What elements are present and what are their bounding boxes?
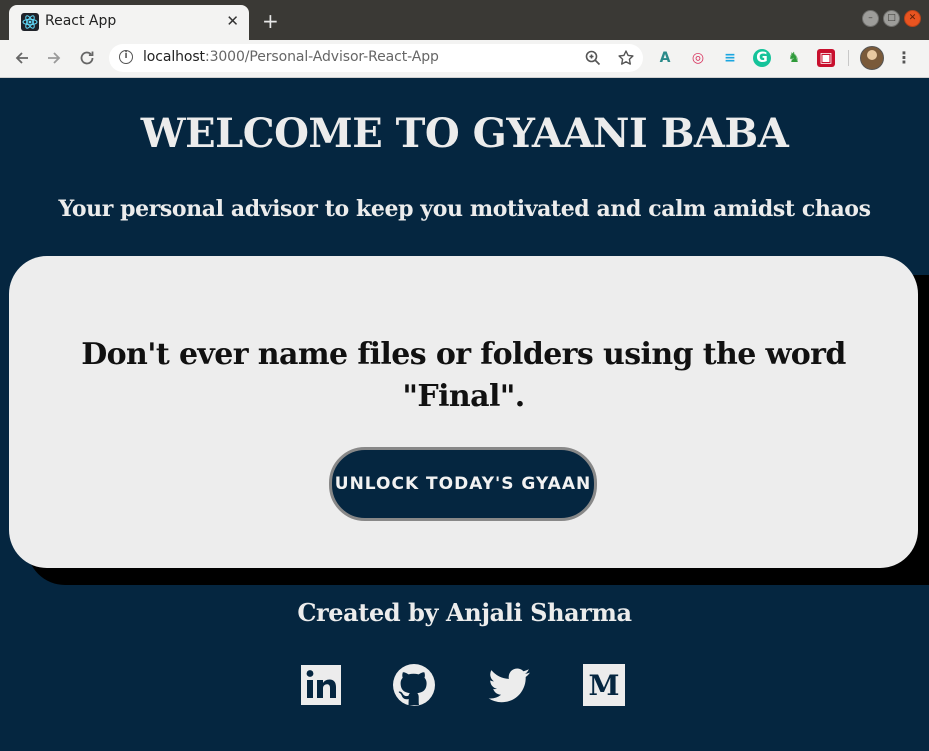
- back-arrow-icon: [15, 52, 28, 64]
- extension-a-icon[interactable]: A: [656, 49, 674, 67]
- extension-red-icon[interactable]: ▣: [817, 49, 835, 67]
- medium-icon: M: [583, 664, 625, 706]
- kebab-menu-icon[interactable]: ⋮: [896, 48, 912, 68]
- browser-titlebar: React App ✕ + – □ ✕: [0, 0, 929, 40]
- credit-text: Created by Anjali Sharma: [297, 598, 632, 627]
- page-viewport: WELCOME TO GYAANI BABA Your personal adv…: [0, 78, 929, 751]
- profile-avatar[interactable]: [860, 46, 884, 70]
- extension-record-icon[interactable]: ◎: [689, 49, 707, 67]
- github-link[interactable]: [391, 662, 437, 708]
- minimize-icon: –: [868, 13, 873, 23]
- browser-tab[interactable]: React App ✕: [9, 5, 249, 40]
- star-icon[interactable]: [616, 48, 636, 68]
- svg-text:M: M: [589, 669, 620, 702]
- page-title: WELCOME TO GYAANI BABA: [140, 110, 789, 157]
- zoom-icon[interactable]: [583, 48, 603, 68]
- new-tab-button[interactable]: +: [262, 8, 279, 34]
- grammarly-icon[interactable]: G: [753, 49, 771, 67]
- window-controls: – □ ✕: [862, 10, 921, 27]
- linkedin-icon: [301, 665, 341, 705]
- tab-title: React App: [45, 13, 117, 29]
- maximize-button[interactable]: □: [883, 10, 900, 27]
- reload-button[interactable]: [76, 47, 98, 69]
- forward-arrow-icon: [48, 52, 61, 64]
- browser-toolbar: i localhost:3000/Personal-Advisor-React-…: [0, 40, 929, 78]
- site-info-icon[interactable]: i: [119, 50, 133, 64]
- extension-chess-icon[interactable]: ♞: [785, 49, 803, 67]
- reload-icon: [80, 51, 94, 65]
- medium-link[interactable]: M: [581, 662, 627, 708]
- extension-filter-icon[interactable]: ≡: [721, 49, 739, 67]
- forward-button[interactable]: [43, 47, 65, 69]
- unlock-gyaan-button[interactable]: UNLOCK TODAY'S GYAAN: [329, 447, 597, 521]
- close-window-button[interactable]: ✕: [904, 10, 921, 27]
- linkedin-link[interactable]: [298, 662, 344, 708]
- github-icon: [393, 664, 435, 706]
- react-favicon-icon: [21, 13, 39, 31]
- toolbar-divider: [848, 50, 849, 66]
- url-text[interactable]: localhost:3000/Personal-Advisor-React-Ap…: [143, 49, 439, 65]
- twitter-link[interactable]: [486, 662, 532, 708]
- close-icon: ✕: [908, 13, 917, 23]
- quote-card: Don't ever name files or folders using t…: [9, 256, 918, 568]
- maximize-icon: □: [887, 13, 896, 23]
- address-bar[interactable]: i localhost:3000/Personal-Advisor-React-…: [109, 44, 643, 72]
- url-host: localhost: [143, 49, 205, 65]
- url-path: :3000/Personal-Advisor-React-App: [204, 49, 439, 65]
- back-button[interactable]: [11, 47, 33, 69]
- tab-close-icon[interactable]: ✕: [226, 10, 239, 32]
- page-subtitle: Your personal advisor to keep you motiva…: [58, 196, 871, 222]
- minimize-button[interactable]: –: [862, 10, 879, 27]
- twitter-icon: [488, 668, 530, 703]
- quote-text: Don't ever name files or folders using t…: [81, 337, 846, 414]
